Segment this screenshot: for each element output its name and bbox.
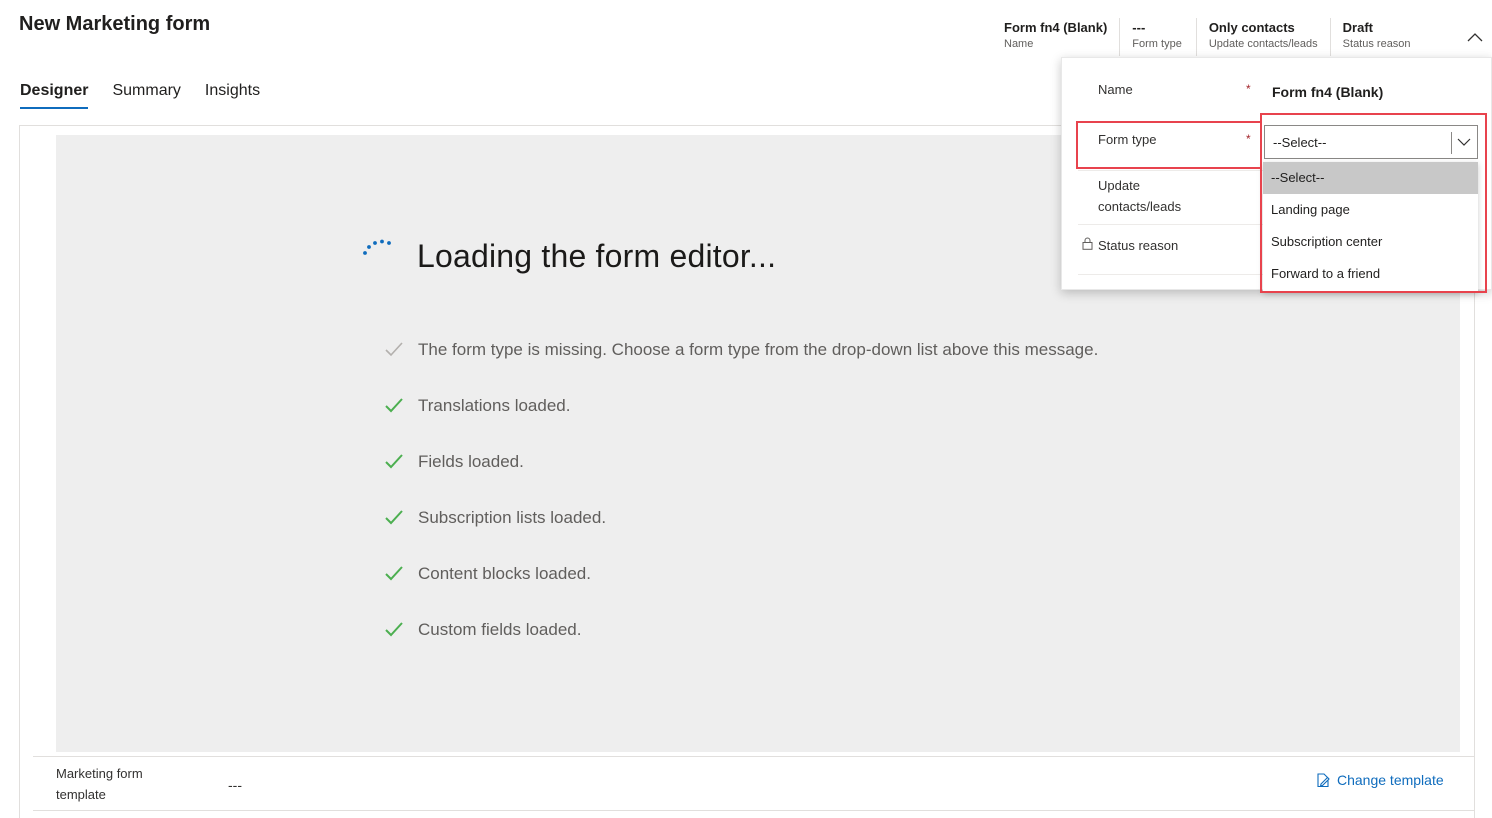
header-field-status[interactable]: Draft Status reason	[1329, 18, 1423, 56]
flyout-divider	[1078, 170, 1263, 171]
header-field-value: ---	[1132, 20, 1146, 35]
option-select[interactable]: --Select--	[1263, 162, 1478, 194]
status-text: The form type is missing. Choose a form …	[418, 340, 1099, 359]
checkmark-icon	[385, 454, 403, 469]
header-field-label: Form type	[1132, 38, 1182, 50]
select-divider	[1451, 132, 1452, 154]
template-row: Marketing form template --- Change templ…	[33, 756, 1475, 811]
flyout-name-label: Name	[1098, 82, 1133, 97]
change-template-link[interactable]: Change template	[1316, 772, 1444, 788]
edit-icon	[1317, 772, 1330, 787]
checkmark-icon	[385, 342, 403, 357]
tab-insights[interactable]: Insights	[205, 81, 260, 109]
checkmark-icon	[385, 566, 403, 581]
required-indicator: *	[1246, 132, 1251, 146]
status-text: Fields loaded.	[418, 452, 524, 471]
template-value: ---	[228, 777, 242, 793]
header-field-form-type[interactable]: --- Form type	[1119, 18, 1196, 56]
header-field-label: Status reason	[1342, 38, 1411, 50]
status-item: Fields loaded.	[384, 450, 1098, 474]
required-indicator: *	[1246, 82, 1251, 96]
status-text: Custom fields loaded.	[418, 620, 582, 639]
template-label: Marketing form template	[56, 766, 143, 802]
flyout-divider	[1078, 274, 1263, 275]
flyout-name-value: Form fn4 (Blank)	[1272, 84, 1384, 100]
header-field-label: Name	[1004, 38, 1034, 50]
header-field-name[interactable]: Form fn4 (Blank) Name	[992, 18, 1119, 56]
tab-bar: Designer Summary Insights	[20, 81, 284, 109]
flyout-status-label: Status reason	[1098, 238, 1179, 253]
checkmark-icon	[385, 510, 403, 525]
header-field-value: Only contacts	[1208, 20, 1295, 35]
option-landing-page[interactable]: Landing page	[1263, 194, 1478, 226]
status-item: Translations loaded.	[384, 394, 1098, 418]
checkmark-icon	[385, 622, 403, 637]
status-item: The form type is missing. Choose a form …	[384, 338, 1098, 362]
change-template-label: Change template	[1337, 772, 1444, 788]
flyout-update-label: Update contacts/leads	[1098, 178, 1182, 214]
header-fields: Form fn4 (Blank) Name --- Form type Only…	[992, 18, 1423, 56]
loading-title: Loading the form editor...	[417, 238, 777, 274]
status-text: Translations loaded.	[418, 396, 571, 415]
tab-designer[interactable]: Designer	[20, 81, 89, 109]
status-item: Content blocks loaded.	[384, 562, 1098, 586]
flyout-divider	[1078, 224, 1263, 225]
page-title: New Marketing form	[19, 13, 211, 35]
header-field-value: Form fn4 (Blank)	[1004, 20, 1108, 35]
tab-summary[interactable]: Summary	[112, 81, 180, 109]
flyout-form-type-label: Form type	[1098, 132, 1157, 147]
option-forward-to-a-friend[interactable]: Forward to a friend	[1263, 258, 1478, 290]
option-subscription-center[interactable]: Subscription center	[1263, 226, 1478, 258]
chevron-down-icon	[1457, 138, 1471, 146]
status-text: Content blocks loaded.	[418, 564, 591, 583]
header-field-label: Update contacts/leads	[1208, 38, 1318, 50]
header-field-value: Draft	[1342, 20, 1374, 35]
form-type-select[interactable]: --Select--	[1264, 125, 1478, 159]
status-text: Subscription lists loaded.	[418, 508, 607, 527]
status-item: Custom fields loaded.	[384, 618, 1098, 642]
status-item: Subscription lists loaded.	[384, 506, 1098, 530]
lock-icon	[1082, 237, 1093, 250]
status-list: The form type is missing. Choose a form …	[384, 338, 1098, 642]
loading-spinner-icon	[363, 239, 391, 255]
form-type-option-list: --Select-- Landing page Subscription cen…	[1263, 162, 1478, 292]
chevron-up-icon[interactable]	[1466, 30, 1484, 44]
checkmark-icon	[385, 398, 403, 413]
header-field-update[interactable]: Only contacts Update contacts/leads	[1195, 18, 1330, 56]
form-type-select-value: --Select--	[1273, 135, 1327, 150]
